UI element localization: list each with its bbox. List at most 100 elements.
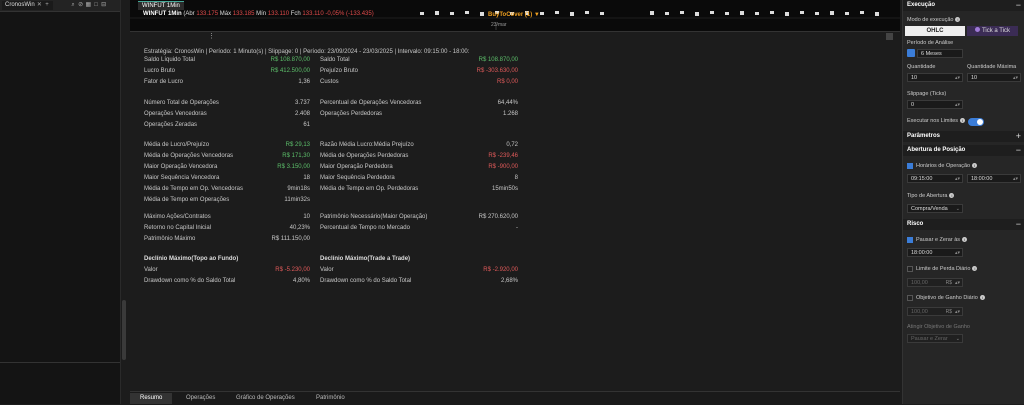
metric-value: R$ 111.150,00: [271, 236, 310, 242]
minus-icon[interactable]: −: [1016, 145, 1021, 156]
tipo-select[interactable]: Compra/Venda ⌄: [907, 204, 963, 213]
metric-label: Média de Operações Perdedoras: [320, 153, 409, 159]
mode-tick-button[interactable]: Tick a Tick: [967, 26, 1018, 36]
layout-icon[interactable]: ▦: [85, 2, 92, 8]
slippage-label: Slippage (Ticks): [907, 91, 947, 97]
mode-ohlc-button[interactable]: OHLC: [905, 26, 965, 36]
metric-value: R$ 171,30: [282, 153, 310, 159]
drawdown-left-title: Declínio Máximo(Topo ao Fundo): [144, 256, 239, 262]
execucao-section[interactable]: Execução −: [903, 0, 1024, 11]
qtd-input[interactable]: 10 ▴▾: [907, 73, 963, 82]
drawdown-left-value: R$ -5.230,00: [275, 267, 310, 273]
metric-value: R$ -239,46: [488, 153, 518, 159]
close-value: 133.110: [302, 11, 324, 17]
tab-resumo[interactable]: Resumo: [130, 393, 173, 404]
unpin-icon[interactable]: ⊘: [78, 2, 84, 8]
parametros-section[interactable]: Parâmetros +: [903, 131, 1024, 142]
strategy-panel: [0, 0, 121, 404]
metric-value: 18: [303, 175, 310, 181]
metric-label: Maior Operação Perdedora: [320, 164, 393, 170]
panel-scrollbar[interactable]: [122, 300, 126, 360]
trade-signal-label: BuyToCover (1) ▼: [488, 12, 540, 18]
metric-value: 64,44%: [497, 100, 518, 106]
collapse-arrows-icon[interactable]: ⋮: [208, 32, 215, 40]
close-icon[interactable]: ✕: [36, 2, 42, 8]
panel-button[interactable]: [886, 33, 893, 40]
drawdown-right-title: Declínio Máximo(Trade a Trade): [320, 256, 411, 262]
window-icon[interactable]: □: [93, 2, 99, 8]
metric-value: R$ 270.620,00: [478, 214, 518, 220]
min-value: 133.110: [267, 11, 290, 17]
metric-label: Maior Sequência Vencedora: [144, 175, 220, 181]
metric-value: R$ 412.500,00: [270, 68, 310, 74]
symbol-label: WINFUT 1Min: [143, 11, 182, 17]
min-label: Mín: [256, 11, 267, 17]
info-icon: i: [972, 163, 978, 169]
strategy-tab[interactable]: CronosWin ✕ +: [2, 1, 54, 10]
metric-label: Número Total de Operações: [144, 100, 219, 106]
atingir-select[interactable]: Pausar e Zerar ⌄: [907, 334, 963, 343]
abertura-section[interactable]: Abertura de Posição −: [903, 145, 1024, 156]
metric-label: Fator de Lucro: [144, 79, 184, 85]
drawdown-right-pct-label: Drawdown como % do Saldo Total: [320, 278, 412, 284]
tab-operacoes[interactable]: Operações: [176, 393, 225, 404]
metric-label: Máximo Ações/Contratos: [144, 214, 211, 220]
metric-value: -: [516, 225, 518, 231]
plus-icon[interactable]: +: [1016, 131, 1021, 142]
metric-label: Percentual de Tempo no Mercado: [320, 225, 410, 231]
metric-value: 3.737: [294, 100, 310, 106]
ganho-checkbox[interactable]: [907, 295, 913, 301]
metric-label: Média de Tempo em Op. Vencedoras: [144, 186, 243, 192]
search-icon[interactable]: ⌕: [70, 2, 76, 8]
pausar-input[interactable]: 18:00:00 ▴▾: [907, 248, 963, 257]
metric-label: Saldo Total: [320, 57, 350, 63]
perda-input[interactable]: 100,00 R$ ▴▾: [907, 278, 963, 287]
tab-grafico-operacoes[interactable]: Gráfico de Operações: [226, 393, 305, 404]
horarios-checkbox[interactable]: [907, 163, 913, 169]
report-tabs: Resumo Operações Gráfico de Operações Pa…: [130, 391, 900, 405]
executar-label: Executar nos Limites i: [907, 118, 966, 124]
ganho-input[interactable]: 100,00 R$ ▴▾: [907, 307, 963, 316]
tab-patrimonio[interactable]: Patrimônio: [306, 393, 355, 404]
metric-value: R$ -900,00: [488, 164, 518, 170]
metric-label: Operações Zeradas: [144, 122, 198, 128]
max-label: Máx: [219, 11, 232, 17]
slippage-input[interactable]: 0 ▴▾: [907, 100, 963, 109]
metric-value: 1.268: [502, 111, 518, 117]
panel-divider[interactable]: [0, 362, 120, 363]
max-value: 133.185: [232, 11, 255, 17]
add-icon[interactable]: +: [44, 2, 50, 8]
metric-value: 8: [514, 175, 518, 181]
metric-value: R$ 108.870,00: [270, 57, 310, 63]
atingir-label: Atingir Objetivo de Ganho: [907, 324, 970, 330]
perda-label: Limite de Perda Diário i: [916, 266, 978, 272]
info-icon: i: [962, 237, 968, 243]
metric-value: 1,36: [298, 79, 310, 85]
chart-tab-label: WINFUT 1Min: [142, 3, 180, 9]
horario-inicio-input[interactable]: 09:15:00 ▴▾: [907, 174, 963, 183]
pausar-label: Pausar e Zerar às i: [916, 237, 968, 243]
chart-tab[interactable]: WINFUT 1Min: [138, 1, 184, 10]
info-icon: i: [949, 193, 955, 199]
horario-fim-input[interactable]: 18:00:00 ▴▾: [967, 174, 1021, 183]
metric-label: Média de Tempo em Operações: [144, 197, 230, 203]
periodo-select[interactable]: 6 Meses: [917, 49, 963, 58]
perda-checkbox[interactable]: [907, 266, 913, 272]
pausar-checkbox[interactable]: [907, 237, 913, 243]
collapse-icon[interactable]: ⊟: [101, 2, 107, 8]
info-icon: i: [955, 17, 961, 23]
risco-section[interactable]: Risco −: [903, 219, 1024, 230]
metric-label: Patrimônio Máximo: [144, 236, 196, 242]
minus-icon[interactable]: −: [1016, 219, 1021, 230]
metric-value: R$ 0,00: [496, 79, 518, 85]
minus-icon[interactable]: −: [1016, 0, 1021, 11]
metric-label: Percentual de Operações Vencedoras: [320, 100, 422, 106]
executar-toggle[interactable]: [968, 118, 984, 126]
qtd-max-input[interactable]: 10 ▴▾: [967, 73, 1021, 82]
metric-label: Maior Operação Vencedora: [144, 164, 218, 170]
metric-label: Média de Tempo em Op. Perdedoras: [320, 186, 419, 192]
calendar-icon[interactable]: [907, 49, 915, 57]
info-icon: i: [979, 295, 985, 301]
drawdown-right-value: R$ -2.920,00: [483, 267, 518, 273]
down-arrow-icon: ▼: [533, 12, 540, 18]
